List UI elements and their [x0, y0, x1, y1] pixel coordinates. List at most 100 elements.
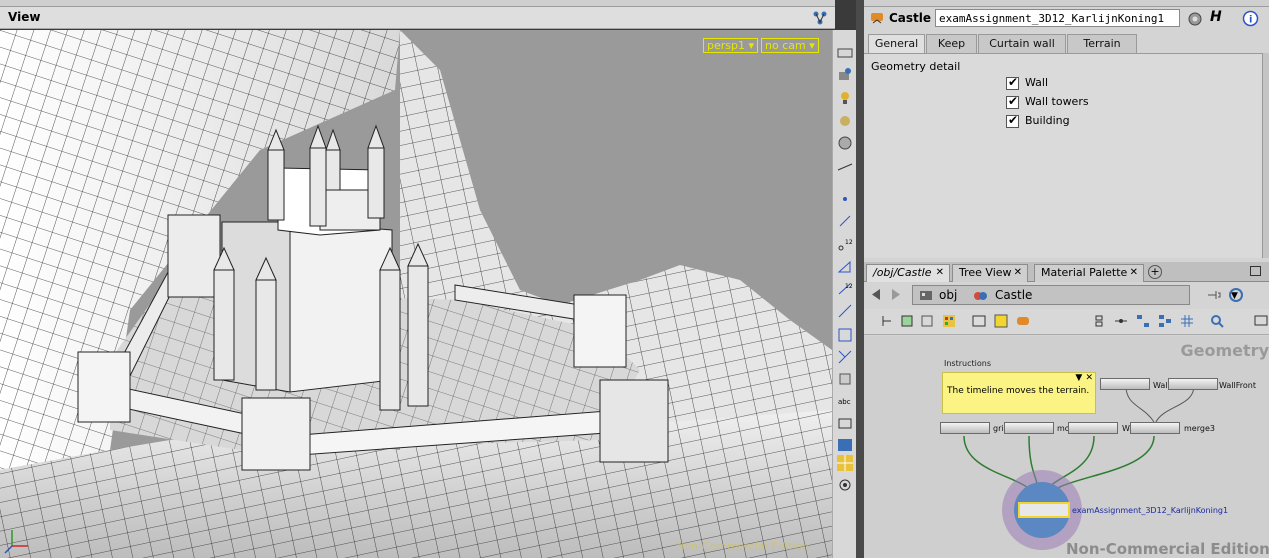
wallfront-node[interactable]: [1168, 378, 1218, 390]
wallback-node[interactable]: [1100, 378, 1150, 390]
sticky-note-controls[interactable]: ▼ ✕: [1075, 373, 1093, 383]
merge-node[interactable]: [1130, 422, 1180, 434]
close-icon[interactable]: ✕: [1014, 265, 1022, 281]
wall-checkbox-label: Wall: [1025, 76, 1049, 89]
gear-icon[interactable]: [1186, 10, 1204, 28]
display-options-icon[interactable]: [836, 44, 854, 62]
color-palette-icon[interactable]: [942, 314, 956, 328]
cam-menu[interactable]: no cam ▾: [761, 38, 819, 53]
tab-general[interactable]: General: [868, 34, 925, 54]
primitive-display-icon[interactable]: [836, 258, 854, 276]
grid-icon[interactable]: [900, 314, 914, 328]
link-icon[interactable]: [1228, 287, 1244, 303]
cam-menu-label: no cam: [765, 39, 806, 52]
sticky-note[interactable]: ▼ ✕ The timeline moves the terrain.: [942, 372, 1096, 414]
mountain-node[interactable]: [1004, 422, 1054, 434]
wall-checkbox[interactable]: ✔: [1006, 75, 1019, 90]
network-tab-bar: /obj/Castle ✕ Tree View ✕ Material Palette…: [864, 262, 1269, 282]
tab-obj-castle-label: /obj/Castle: [873, 266, 932, 279]
camera-icon[interactable]: [836, 66, 854, 84]
network-box-icon[interactable]: [972, 314, 986, 328]
node-name-field[interactable]: [935, 9, 1180, 27]
primitive-numbers-icon[interactable]: 12: [836, 280, 854, 298]
tab-terrain[interactable]: Terrain: [1067, 34, 1137, 53]
network-toolbar: [864, 309, 1269, 335]
grid-snap-icon[interactable]: [920, 314, 934, 328]
network-canvas[interactable]: Geometry Instructions ▼ ✕ The timeline m…: [864, 336, 1269, 558]
parameter-pane: Castle H i General Keep Curtain wall Ter…: [864, 0, 1269, 262]
grid-node[interactable]: [940, 422, 990, 434]
expand-layout-icon[interactable]: [1158, 314, 1172, 328]
show-all-icon[interactable]: [836, 476, 854, 494]
path-root[interactable]: obj: [939, 288, 957, 302]
attribute-display-icon[interactable]: abc: [836, 392, 854, 410]
background-icon[interactable]: [836, 158, 854, 176]
3d-viewport[interactable]: persp1 ▾ no cam ▾ Non-Commercial Edition: [0, 30, 832, 558]
output-node[interactable]: [1018, 502, 1070, 518]
castle-node-icon[interactable]: [870, 11, 884, 25]
network-wires: [963, 385, 1195, 550]
sphere-icon[interactable]: [836, 134, 854, 152]
light-icon[interactable]: [836, 88, 854, 106]
tab-keep-label: Keep: [937, 37, 966, 50]
sticky-note-icon[interactable]: [994, 314, 1008, 328]
axis-gizmo-icon: [4, 530, 28, 554]
shading-icon[interactable]: [836, 112, 854, 130]
wall-towers-checkbox-label: Wall towers: [1025, 95, 1089, 108]
maximize-icon[interactable]: [1250, 266, 1261, 276]
forward-arrow-icon[interactable]: [889, 287, 904, 302]
quad-view-icon[interactable]: [836, 454, 854, 472]
tab-obj-castle[interactable]: /obj/Castle ✕: [866, 264, 950, 282]
network-watermark: Non-Commercial Edition: [1066, 540, 1269, 558]
help-button[interactable]: H: [1210, 9, 1222, 25]
pane-divider[interactable]: [856, 0, 864, 558]
tree-layout-icon[interactable]: [1136, 314, 1150, 328]
wall-towers-checkbox[interactable]: ✔: [1006, 94, 1019, 109]
quick-mark-icon[interactable]: [1016, 314, 1030, 328]
hull-display-icon[interactable]: [836, 326, 854, 344]
dependency-icon[interactable]: [1114, 314, 1128, 328]
network-link-icon[interactable]: [812, 10, 828, 26]
svg-text:12: 12: [845, 239, 853, 246]
path-selector[interactable]: obj Castle ▼: [912, 285, 1238, 305]
point-numbers-icon[interactable]: 12: [836, 236, 854, 254]
building-checkbox[interactable]: ✔: [1006, 113, 1019, 128]
wallcurve-node[interactable]: [1068, 422, 1118, 434]
pin-icon[interactable]: [1206, 288, 1222, 302]
scene-render: [0, 30, 832, 558]
tab-keep[interactable]: Keep: [926, 34, 977, 53]
close-icon[interactable]: ✕: [1130, 265, 1138, 281]
snapshot-icon[interactable]: [836, 414, 854, 432]
output-node-label: examAssignment_3D12_KarlijnKoning1: [1072, 506, 1229, 515]
info-icon[interactable]: i: [1242, 10, 1259, 27]
parameter-scrollbar[interactable]: [1262, 53, 1269, 258]
wallfront-node-label: WallFront: [1219, 381, 1256, 390]
vertex-display-icon[interactable]: [836, 370, 854, 388]
wire-grid-icon[interactable]: [1180, 314, 1194, 328]
parameter-header: Castle H i: [864, 7, 1269, 31]
display-icon[interactable]: [1254, 314, 1268, 328]
close-icon[interactable]: ✕: [936, 265, 944, 281]
zoom-icon[interactable]: [1210, 314, 1224, 328]
sticky-note-text[interactable]: The timeline moves the terrain.: [947, 386, 1089, 396]
flag-icon[interactable]: [1092, 314, 1106, 328]
houdini-window: View persp1 ▾ no cam ▾ Non-Commercial Ed…: [0, 0, 1269, 558]
check-icon: ✔: [1008, 94, 1019, 108]
add-tab-icon[interactable]: +: [1148, 265, 1162, 279]
tab-tree-view-label: Tree View: [959, 266, 1012, 279]
edge-display-icon[interactable]: [836, 302, 854, 320]
uv-display-icon[interactable]: [836, 348, 854, 366]
camera-menu[interactable]: persp1 ▾: [703, 38, 759, 53]
point-display-icon[interactable]: [836, 190, 854, 208]
path-node[interactable]: Castle: [995, 288, 1032, 302]
view-image-icon[interactable]: [836, 436, 854, 454]
tab-terrain-label: Terrain: [1083, 37, 1121, 50]
normal-display-icon[interactable]: [836, 212, 854, 230]
back-arrow-icon[interactable]: [868, 287, 883, 302]
tab-tree-view[interactable]: Tree View ✕: [952, 264, 1028, 282]
svg-text:12: 12: [845, 283, 853, 290]
layout-icon[interactable]: [880, 314, 894, 328]
tab-material-palette[interactable]: Material Palette ✕: [1034, 264, 1144, 282]
sticky-note-title: Instructions: [944, 359, 991, 368]
tab-curtain-wall[interactable]: Curtain wall: [978, 34, 1066, 53]
